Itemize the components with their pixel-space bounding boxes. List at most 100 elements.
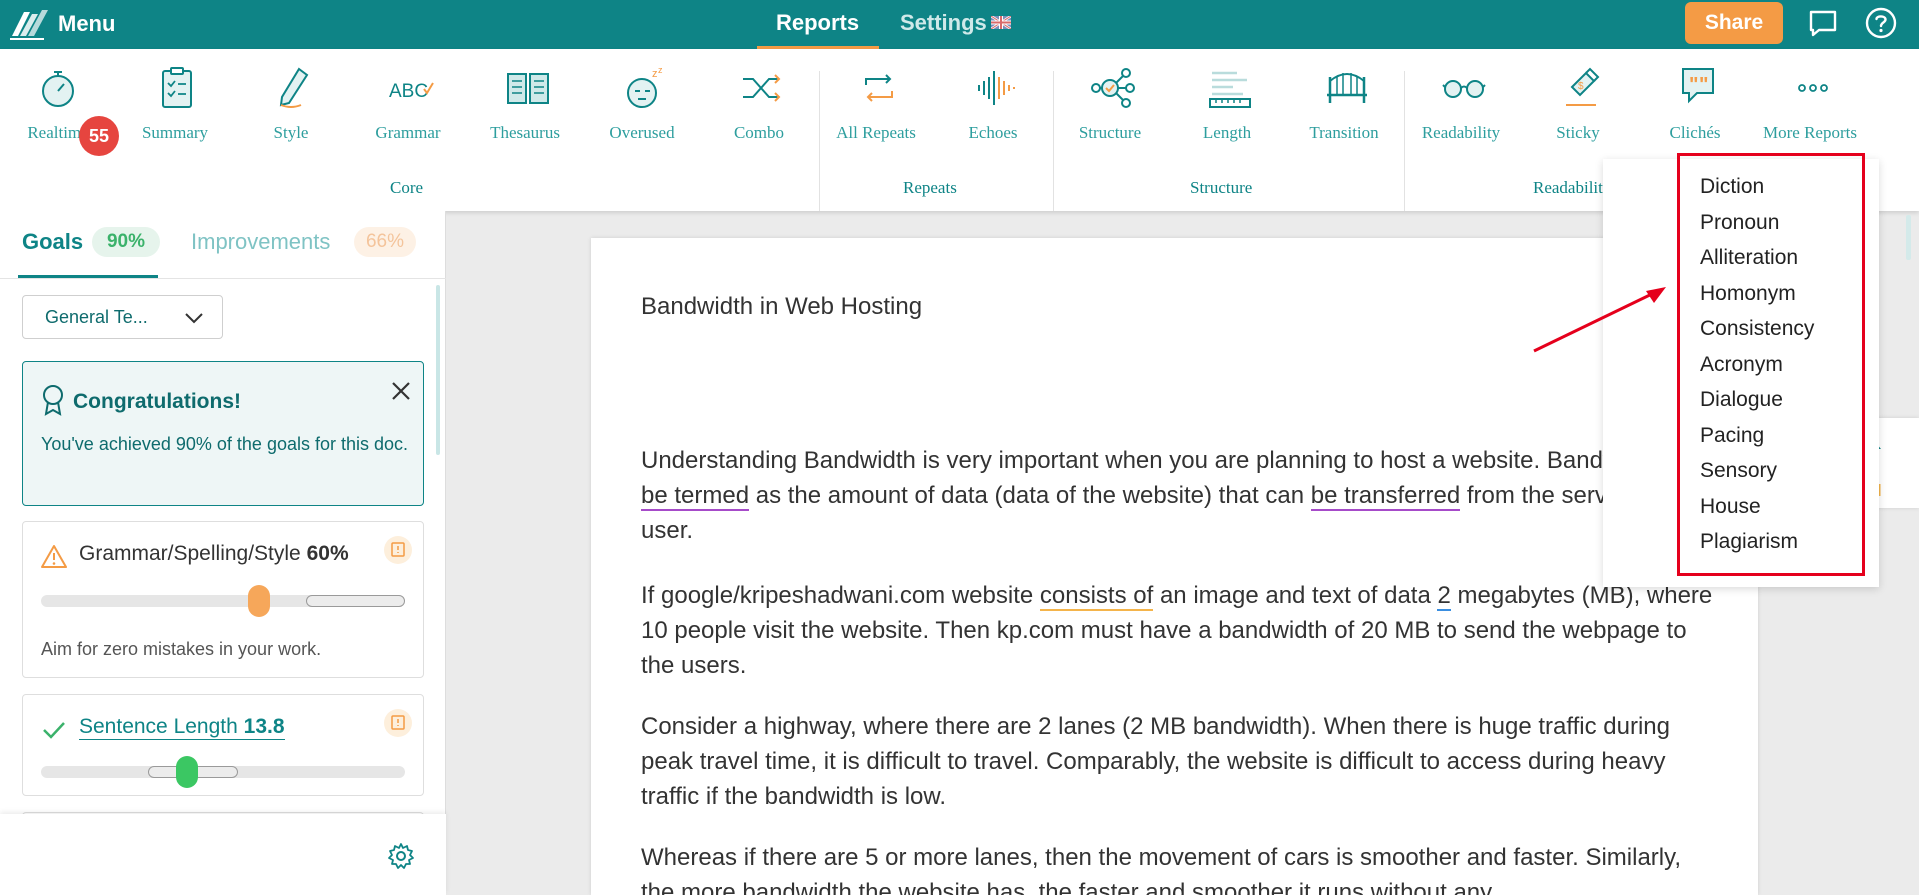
svg-text:$: $ (1578, 81, 1584, 92)
bridge-icon (1327, 73, 1367, 103)
panel-footer (0, 814, 446, 895)
tool-sticky[interactable]: $ Sticky (1520, 49, 1636, 149)
goal-value: 60% (306, 542, 349, 565)
tool-label: All Repeats (836, 123, 916, 142)
document-scrollbar[interactable] (1906, 215, 1911, 260)
menu-item-pacing[interactable]: Pacing (1700, 424, 1764, 448)
uk-flag-icon (991, 16, 1011, 29)
svg-text:z: z (652, 68, 658, 80)
glasses-icon (1442, 80, 1486, 98)
congrats-title: Congratulations! (73, 390, 241, 413)
menu-item-alliteration[interactable]: Alliteration (1700, 246, 1798, 270)
menu-button[interactable]: Menu (58, 11, 115, 37)
tool-label: Readability (1421, 123, 1501, 142)
help-icon[interactable] (1864, 6, 1898, 40)
menu-item-acronym[interactable]: Acronym (1700, 353, 1783, 377)
tool-cliches[interactable]: " " Clichés (1637, 49, 1753, 149)
close-icon[interactable] (388, 378, 414, 404)
app-window: Menu Reports Settings Share Realtime 55 … (0, 0, 1919, 895)
svg-text:ABC: ABC (389, 81, 428, 102)
annotation-arrow-icon (1533, 287, 1666, 353)
tool-label: Echoes (968, 123, 1018, 142)
menu-item-dialogue[interactable]: Dialogue (1700, 388, 1783, 412)
warning-icon (41, 545, 67, 568)
style-highlight[interactable]: consists of (1039, 582, 1154, 611)
gear-icon[interactable] (387, 842, 415, 870)
app-logo-icon[interactable] (8, 6, 50, 42)
tool-label: Summary (141, 123, 209, 142)
svg-text:z: z (658, 65, 663, 75)
group-label-structure: Structure (1190, 178, 1253, 197)
paragraph[interactable]: Whereas if there are 5 or more lanes, th… (641, 840, 1721, 895)
share-button[interactable]: Share (1685, 2, 1783, 44)
document-title[interactable]: Bandwidth in Web Hosting (641, 293, 922, 321)
tool-all-repeats[interactable]: All Repeats (818, 49, 934, 149)
goals-percent-badge: 90% (92, 227, 160, 257)
ruler-lines-icon (1209, 71, 1251, 108)
tab-settings[interactable]: Settings (900, 10, 987, 36)
tool-label: More Reports (1763, 123, 1857, 142)
goal-card-grammar[interactable]: Grammar/Spelling/Style 60% Aim for zero … (22, 521, 424, 678)
tool-readability[interactable]: Readability (1403, 49, 1519, 149)
tool-thesaurus[interactable]: Thesaurus (467, 49, 583, 149)
tool-label: Overused (609, 123, 675, 142)
goal-slider-thumb[interactable] (248, 585, 271, 617)
goal-card-sentence-length[interactable]: Sentence Length 13.8 (22, 694, 424, 796)
quote-bubble-icon: " " (1682, 68, 1714, 104)
soundwave-icon (978, 71, 1015, 105)
tool-transition[interactable]: Transition (1286, 49, 1402, 149)
menu-item-consistency[interactable]: Consistency (1700, 317, 1814, 341)
tool-label: Transition (1309, 123, 1379, 142)
tab-reports[interactable]: Reports (776, 10, 859, 36)
tool-echoes[interactable]: Echoes (935, 49, 1051, 149)
info-icon[interactable] (384, 709, 412, 737)
nodes-icon (1091, 68, 1135, 108)
info-icon[interactable] (384, 536, 412, 564)
group-label-readability: Readability (1533, 178, 1612, 197)
menu-item-diction[interactable]: Diction (1700, 175, 1764, 199)
realtime-badge: 55 (79, 116, 119, 156)
tool-summary[interactable]: Summary (117, 49, 233, 149)
panel-scrollbar[interactable] (436, 285, 440, 455)
menu-item-sensory[interactable]: Sensory (1700, 459, 1777, 483)
top-bar: Menu Reports Settings Share (0, 0, 1919, 49)
paragraph[interactable]: Understanding Bandwidth is very importan… (641, 443, 1721, 548)
grammar-highlight[interactable]: 2 (1437, 582, 1451, 611)
tab-improvements[interactable]: Improvements (191, 229, 330, 255)
goal-target-range (306, 595, 405, 607)
menu-item-house[interactable]: House (1700, 495, 1761, 519)
menu-item-pronoun[interactable]: Pronoun (1700, 211, 1779, 235)
doc-type-select[interactable]: General Te... (22, 295, 223, 339)
tool-grammar[interactable]: ABC Grammar (350, 49, 466, 149)
tool-label: Length (1202, 123, 1252, 142)
group-label-core: Core (390, 178, 424, 197)
comment-icon[interactable] (1806, 6, 1840, 40)
tool-more-reports[interactable]: More Reports (1750, 49, 1870, 149)
goal-description: Aim for zero mistakes in your work. (41, 639, 322, 659)
tool-combo[interactable]: Combo (701, 49, 817, 149)
goal-value: 13.8 (243, 715, 285, 738)
goal-slider-thumb[interactable] (175, 756, 198, 788)
passive-voice-highlight[interactable]: be transferred (1310, 482, 1461, 511)
repeat-arrows-icon (865, 74, 893, 102)
menu-item-homonym[interactable]: Homonym (1700, 282, 1796, 306)
goal-title: Grammar/Spelling/Style 60% (79, 542, 349, 565)
tool-structure[interactable]: Structure (1052, 49, 1168, 149)
tool-style[interactable]: Style (233, 49, 349, 149)
passive-voice-highlight[interactable]: be termed (641, 482, 750, 511)
tool-length[interactable]: Length (1169, 49, 1285, 149)
tab-goals[interactable]: Goals (22, 229, 83, 255)
paragraph[interactable]: If google/kripeshadwani.com website cons… (641, 578, 1721, 683)
tool-label: Thesaurus (490, 123, 560, 142)
tool-overused[interactable]: z z Overused (584, 49, 700, 149)
svg-text:": " (1699, 74, 1708, 96)
goal-title-link[interactable]: Sentence Length 13.8 (79, 715, 285, 740)
chevron-down-icon (185, 313, 203, 324)
congrats-text: You've achieved 90% of the goals for thi… (41, 434, 409, 454)
menu-item-plagiarism[interactable]: Plagiarism (1700, 530, 1798, 554)
doc-type-value: General Te... (45, 307, 148, 327)
paragraph[interactable]: Consider a highway, where there are 2 la… (641, 709, 1721, 814)
more-dots-icon (1798, 84, 1828, 92)
award-ribbon-icon (43, 385, 63, 416)
group-label-repeats: Repeats (903, 178, 957, 197)
